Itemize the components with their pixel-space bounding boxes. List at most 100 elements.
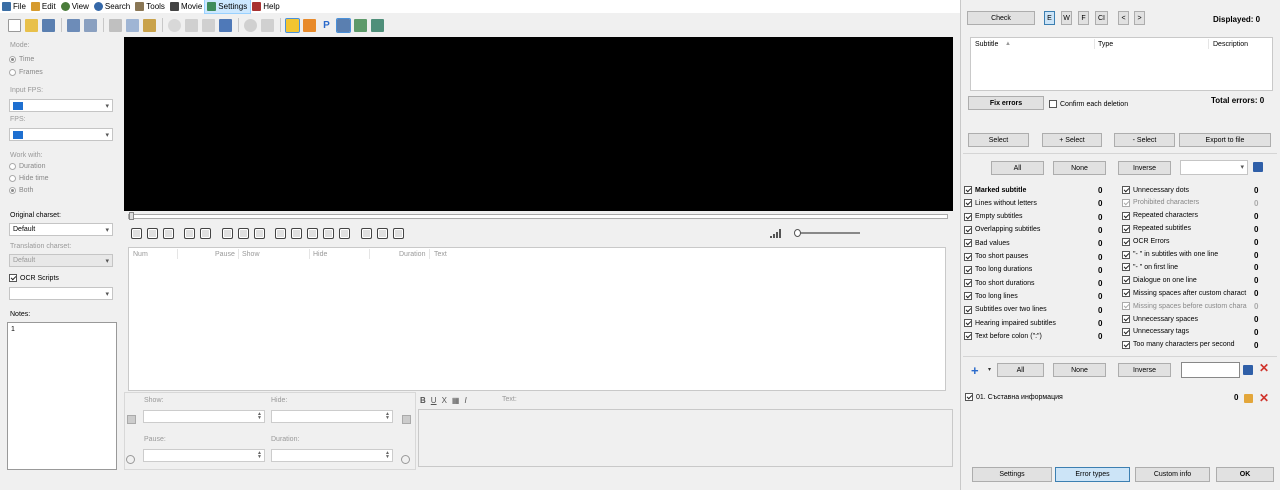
italic-button[interactable]: I	[464, 396, 466, 405]
info-icon[interactable]	[303, 18, 316, 32]
mode-frames-radio[interactable]: Frames	[9, 69, 43, 76]
open-folder-icon[interactable]	[25, 18, 38, 32]
delete-icon[interactable]: ✕	[1259, 392, 1269, 404]
spin-arrows[interactable]: ▲ ▼	[384, 412, 391, 421]
sync-button[interactable]	[339, 228, 350, 239]
set-show-button[interactable]	[275, 228, 286, 239]
warning-icon[interactable]	[285, 17, 300, 33]
error-type-row[interactable]: Marked subtitle	[964, 186, 1026, 194]
error-type-row[interactable]: "- " on first line	[1122, 263, 1178, 272]
error-type-row[interactable]: OCR Errors	[1122, 237, 1170, 246]
minus-select-button[interactable]: - Select	[1114, 133, 1175, 147]
error-type-row[interactable]: "- " in subtitles with one line	[1122, 250, 1218, 259]
volume-thumb[interactable]	[794, 229, 801, 237]
menu-edit[interactable]: Edit	[29, 0, 59, 13]
subtitle-text-editor[interactable]	[418, 409, 953, 467]
subtitle-grid[interactable]: Num Pause Show Hide Duration Text	[128, 247, 946, 391]
menu-settings[interactable]: Settings	[204, 0, 252, 14]
plus-select-button[interactable]: + Select	[1042, 133, 1102, 147]
column-header-num[interactable]: Num	[133, 251, 148, 258]
play-button[interactable]	[131, 228, 142, 239]
column-header-type[interactable]: Type	[1098, 41, 1113, 48]
prev-button[interactable]: <	[1118, 11, 1129, 25]
show-time-input[interactable]: ▲ ▼	[143, 410, 265, 423]
start-subtitle-button[interactable]	[307, 228, 318, 239]
error-type-row[interactable]: Too many characters per second	[1122, 340, 1235, 349]
column-header-show[interactable]: Show	[242, 251, 260, 258]
clock-icon[interactable]	[401, 455, 410, 464]
mode-w-button[interactable]: W	[1061, 11, 1072, 25]
forward-button[interactable]	[200, 228, 211, 239]
error-type-row[interactable]: Bad values	[964, 239, 1010, 248]
delete-icon[interactable]: ✕	[1259, 362, 1269, 374]
error-type-row[interactable]: Too long durations	[964, 265, 1032, 274]
column-header-duration[interactable]: Duration	[399, 251, 425, 258]
next-button[interactable]: >	[1134, 11, 1145, 25]
close-file-icon[interactable]	[84, 18, 97, 32]
all-button[interactable]: All	[991, 161, 1044, 175]
pause-button[interactable]	[163, 228, 174, 239]
mode-time-radio[interactable]: Time	[9, 56, 34, 63]
error-type-row[interactable]: Missing spaces after custom charact	[1122, 289, 1246, 298]
error-type-row[interactable]: Missing spaces before custom chara	[1122, 302, 1247, 311]
custom-name-input[interactable]	[1181, 362, 1240, 378]
select-button[interactable]: Select	[968, 133, 1029, 147]
underline-button[interactable]: U	[431, 396, 437, 405]
ocr-scripts-checkbox[interactable]: OCR Scripts	[9, 274, 59, 282]
volume-slider[interactable]	[796, 232, 860, 234]
previous-subtitle-button[interactable]	[222, 228, 233, 239]
translate-icon[interactable]	[219, 18, 232, 32]
custom-info-button[interactable]: Custom info	[1135, 467, 1210, 482]
confirm-deletion-checkbox[interactable]: Confirm each deletion	[1049, 100, 1128, 108]
clear-format-button[interactable]: X	[442, 396, 447, 405]
notes-textarea[interactable]: 1	[7, 322, 117, 470]
play-subtitle-button[interactable]	[254, 228, 265, 239]
add-custom-icon[interactable]: +	[971, 364, 979, 377]
speed-2-button[interactable]	[377, 228, 388, 239]
set-show-icon[interactable]	[127, 415, 136, 424]
rewind-button[interactable]	[184, 228, 195, 239]
mode-f-button[interactable]: F	[1078, 11, 1089, 25]
error-type-row[interactable]: Empty subtitles	[964, 212, 1022, 221]
column-header-hide[interactable]: Hide	[313, 251, 327, 258]
input-fps-select[interactable]: ▾	[9, 99, 113, 112]
spin-arrows[interactable]: ▲ ▼	[384, 451, 391, 460]
subtitle-s-button[interactable]	[393, 228, 404, 239]
fix-errors-button[interactable]: Fix errors	[968, 96, 1044, 110]
error-type-row[interactable]: Unnecessary tags	[1122, 327, 1189, 336]
clock-icon[interactable]	[168, 18, 181, 32]
column-header-subtitle[interactable]: Subtitle	[975, 41, 998, 48]
video-preview[interactable]	[124, 37, 953, 211]
color-button[interactable]: ▦	[452, 396, 460, 405]
mode-ci-button[interactable]: CI	[1095, 11, 1108, 25]
ok-button[interactable]: OK	[1216, 467, 1274, 482]
custom-all-button[interactable]: All	[997, 363, 1044, 377]
none-button[interactable]: None	[1053, 161, 1106, 175]
error-type-row[interactable]: Too short pauses	[964, 252, 1028, 261]
ocr-scripts-select[interactable]: ▾	[9, 287, 113, 300]
pause-input[interactable]: ▲ ▼	[143, 449, 265, 462]
custom-none-button[interactable]: None	[1053, 363, 1106, 377]
menu-search[interactable]: Search	[92, 0, 133, 13]
zoom-icon[interactable]	[244, 18, 257, 32]
preset-select[interactable]: ▾	[1180, 160, 1248, 175]
mode-e-button[interactable]: E	[1044, 11, 1055, 25]
custom-info-item[interactable]: 01. Съставна информация	[965, 393, 1063, 401]
error-type-row[interactable]: Dialogue on one line	[1122, 276, 1197, 285]
p-icon[interactable]: P	[320, 19, 333, 32]
new-file-icon[interactable]	[8, 18, 21, 32]
cut-icon[interactable]	[109, 18, 122, 32]
error-type-row[interactable]: Subtitles over two lines	[964, 305, 1047, 314]
original-charset-select[interactable]: Default ▾	[9, 223, 113, 236]
speed-1-button[interactable]	[361, 228, 372, 239]
seek-thumb[interactable]	[129, 212, 134, 220]
stop-button[interactable]	[147, 228, 158, 239]
video-save-icon[interactable]	[336, 17, 351, 33]
inverse-button[interactable]: Inverse	[1118, 161, 1171, 175]
paste-icon[interactable]	[143, 18, 156, 32]
hide-time-input[interactable]: ▲ ▼	[271, 410, 393, 423]
work-both-radio[interactable]: Both	[9, 187, 33, 194]
spellcheck-icon[interactable]	[261, 18, 274, 32]
error-types-button[interactable]: Error types	[1055, 467, 1130, 482]
comment-icon[interactable]	[202, 18, 215, 32]
